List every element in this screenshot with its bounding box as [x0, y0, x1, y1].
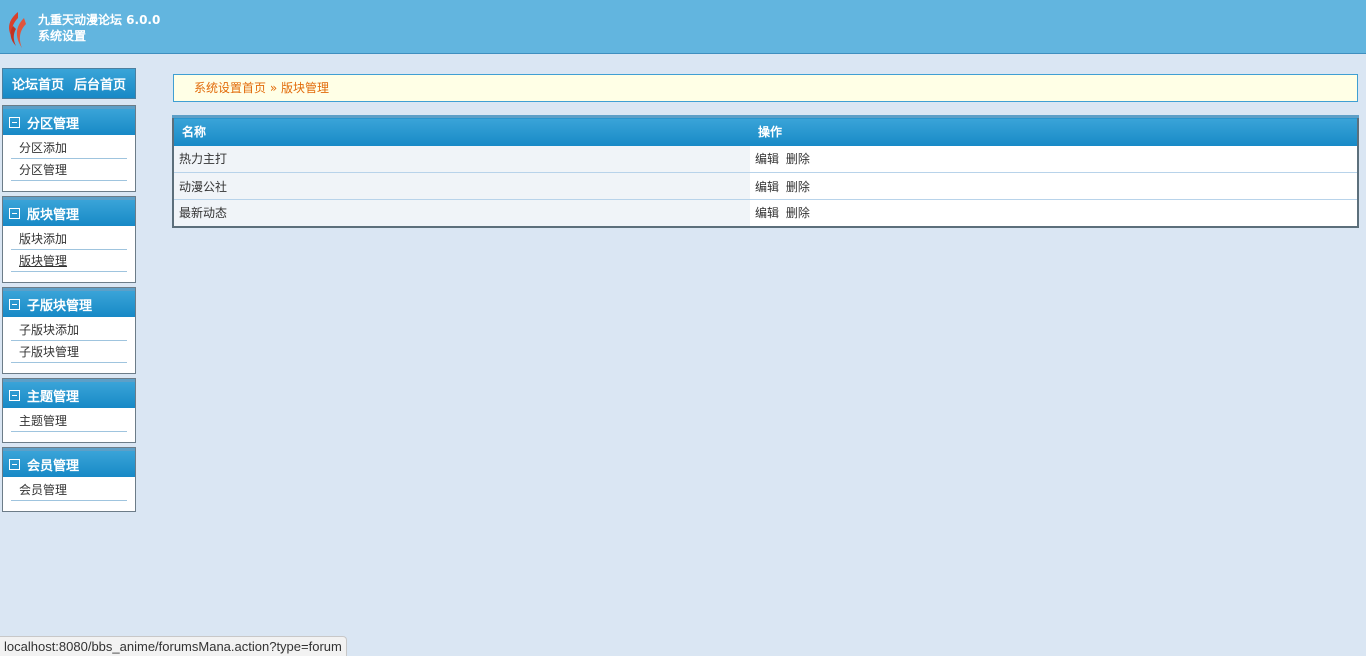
breadcrumb-separator: »: [269, 81, 278, 95]
table-row: 动漫公社 编辑 删除: [173, 172, 1358, 200]
edit-link[interactable]: 编辑: [755, 206, 779, 220]
table-row: 最新动态 编辑 删除: [173, 199, 1358, 227]
menu-item-partition-add[interactable]: 分区添加: [11, 137, 127, 159]
delete-link[interactable]: 删除: [786, 206, 810, 220]
delete-link[interactable]: 删除: [786, 180, 810, 194]
menu-item-topic-manage[interactable]: 主题管理: [11, 410, 127, 432]
app-title: 九重天动漫论坛 6.0.0: [38, 13, 161, 27]
menu-item-board-manage[interactable]: 版块管理: [11, 250, 127, 272]
menu-item-board-add[interactable]: 版块添加: [11, 228, 127, 250]
flame-logo-icon: [9, 12, 26, 48]
header-bar: 九重天动漫论坛 6.0.0 系统设置: [0, 0, 1366, 54]
forum-home-link[interactable]: 论坛首页: [12, 74, 64, 93]
breadcrumb-home-link[interactable]: 系统设置首页: [194, 81, 266, 95]
breadcrumb-current[interactable]: 版块管理: [281, 81, 329, 95]
menu-group-subboard: 子版块管理 子版块添加 子版块管理: [2, 287, 136, 374]
delete-link[interactable]: 删除: [786, 152, 810, 166]
menu-head-subboard[interactable]: 子版块管理: [3, 288, 135, 317]
breadcrumb: 系统设置首页 » 版块管理: [173, 74, 1358, 102]
menu-group-topic: 主题管理 主题管理: [2, 378, 136, 443]
collapse-icon[interactable]: [9, 298, 20, 310]
menu-item-subboard-add[interactable]: 子版块添加: [11, 319, 127, 341]
menu-head-label: 子版块管理: [27, 298, 93, 314]
admin-home-link[interactable]: 后台首页: [74, 74, 126, 93]
menu-group-board: 版块管理 版块添加 版块管理: [2, 196, 136, 283]
menu-head-board[interactable]: 版块管理: [3, 197, 135, 226]
app-subtitle: 系统设置: [38, 29, 87, 43]
browser-status-url: localhost:8080/bbs_anime/forumsMana.acti…: [0, 636, 347, 656]
edit-link[interactable]: 编辑: [755, 180, 779, 194]
menu-head-label: 分区管理: [27, 116, 80, 132]
collapse-icon[interactable]: [9, 389, 20, 401]
table-header-row: 名称 操作: [173, 115, 1358, 146]
menu-head-label: 版块管理: [27, 207, 80, 223]
menu-list: 主题管理: [3, 408, 135, 442]
row-actions: 编辑 删除: [750, 199, 1358, 227]
board-table: 名称 操作 热力主打 编辑 删除 动漫公社 编辑 删除 最新动态 编辑 删除: [172, 115, 1359, 228]
menu-head-member[interactable]: 会员管理: [3, 448, 135, 477]
menu-item-member-manage[interactable]: 会员管理: [11, 479, 127, 501]
menu-group-partition: 分区管理 分区添加 分区管理: [2, 105, 136, 192]
menu-head-label: 会员管理: [27, 458, 80, 474]
menu-list: 分区添加 分区管理: [3, 135, 135, 191]
menu-list: 会员管理: [3, 477, 135, 511]
menu-head-partition[interactable]: 分区管理: [3, 106, 135, 135]
collapse-icon[interactable]: [9, 458, 20, 470]
header-title-block: 九重天动漫论坛 6.0.0 系统设置: [38, 12, 160, 44]
menu-group-member: 会员管理 会员管理: [2, 447, 136, 512]
sidebar-top-nav: 论坛首页 后台首页: [2, 68, 136, 99]
table-row: 热力主打 编辑 删除: [173, 145, 1358, 173]
row-actions: 编辑 删除: [750, 172, 1358, 200]
row-actions: 编辑 删除: [750, 145, 1358, 173]
menu-list: 版块添加 版块管理: [3, 226, 135, 282]
column-header-actions: 操作: [750, 115, 1358, 146]
collapse-icon[interactable]: [9, 207, 20, 219]
menu-item-subboard-manage[interactable]: 子版块管理: [11, 341, 127, 363]
menu-item-partition-manage[interactable]: 分区管理: [11, 159, 127, 181]
column-header-name: 名称: [173, 115, 750, 146]
collapse-icon[interactable]: [9, 116, 20, 128]
menu-head-topic[interactable]: 主题管理: [3, 379, 135, 408]
board-name: 热力主打: [173, 145, 750, 173]
edit-link[interactable]: 编辑: [755, 152, 779, 166]
menu-list: 子版块添加 子版块管理: [3, 317, 135, 373]
board-name: 最新动态: [173, 199, 750, 227]
board-name: 动漫公社: [173, 172, 750, 200]
menu-head-label: 主题管理: [27, 389, 80, 405]
